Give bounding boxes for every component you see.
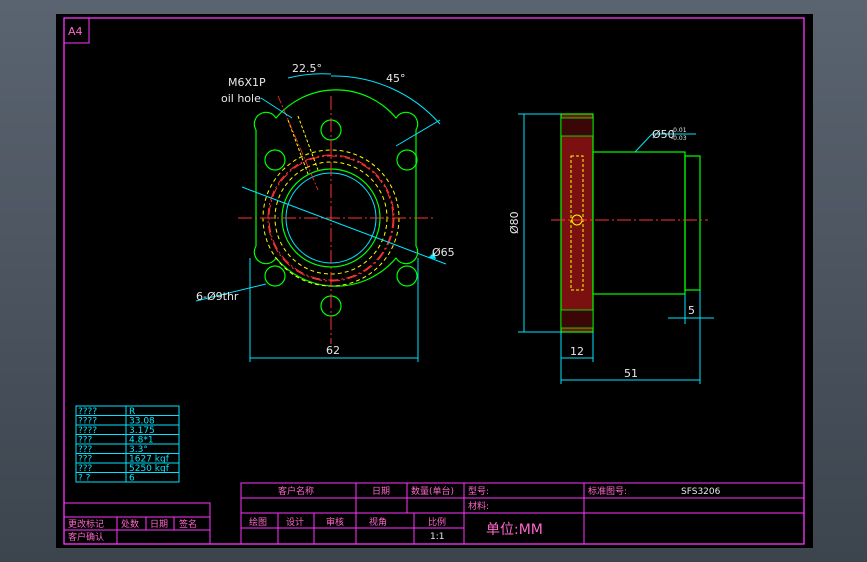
flange-height-dim: Ø80	[508, 211, 521, 234]
tb-scale-label: 比例	[428, 516, 446, 528]
chamfer-dim: 5	[688, 304, 695, 317]
flange-hole-top	[560, 117, 594, 137]
angle-small: 22.5°	[292, 62, 322, 75]
tb-view-angle: 视角	[369, 516, 387, 528]
bolt-hole	[396, 265, 418, 287]
nut-body	[592, 151, 686, 295]
tb-drawing-no-label: 标准图号:	[588, 485, 627, 497]
bolt-hole	[396, 149, 418, 171]
oil-hole-label: oil hole	[221, 92, 261, 105]
tb-quantity: 数量(单台)	[411, 485, 454, 497]
diameter-pitch: Ø65	[432, 246, 455, 259]
sheet-frame	[63, 17, 805, 545]
tb-date: 日期	[372, 486, 390, 497]
body-diam-leader	[634, 133, 653, 153]
width-dim: 62	[326, 344, 340, 357]
tb-revision: 更改标记	[68, 518, 104, 530]
cad-viewport[interactable]: A4 M6X1P oil hole 22.5° 45° Ø65 6-Ø9thr …	[56, 14, 813, 548]
tb-rev-date: 日期	[150, 519, 168, 530]
front-view	[195, 73, 447, 362]
oil-hole-thread: M6X1P	[228, 76, 266, 89]
flange-body	[560, 113, 594, 333]
tb-location: 处数	[121, 518, 139, 530]
body-tol-lower: -0.03	[671, 135, 687, 142]
flange-hole-bottom	[560, 309, 594, 329]
side-view	[518, 113, 714, 384]
flange-thk-dim: 12	[570, 345, 584, 358]
drawing-canvas: A4 M6X1P oil hole 22.5° 45° Ø65 6-Ø9thr …	[63, 17, 805, 545]
tb-design: 设计	[286, 516, 304, 528]
holes-callout: 6-Ø9thr	[196, 290, 239, 303]
tb-signature: 签名	[179, 518, 197, 530]
length-dim: 51	[624, 367, 638, 380]
spec-table: ???? R???? 33.08???? 3.175??? 4.8*1??? 3.3°??…	[75, 405, 180, 484]
nut-chamfer	[684, 155, 701, 291]
oil-leader	[260, 97, 293, 119]
tb-model-label: 型号:	[468, 486, 489, 497]
tb-customer-name: 客户名称	[278, 485, 314, 497]
tb-scale: 1:1	[430, 532, 444, 542]
bolt-hole	[264, 149, 286, 171]
sheet-size-label: A4	[68, 25, 83, 38]
tb-drawn: 绘图	[249, 516, 267, 528]
spec-value: 6	[129, 474, 135, 484]
angle-large: 45°	[386, 72, 406, 85]
tb-drawing-no: SFS3206	[681, 487, 721, 497]
body-tol-upper: -0.01	[671, 127, 687, 134]
oil-hole-edge	[297, 115, 319, 171]
tb-customer-confirm: 客户确认	[68, 531, 104, 543]
bolt-hole	[264, 265, 286, 287]
tb-unit: 单位:MM	[486, 522, 543, 538]
tb-review: 审核	[326, 516, 344, 528]
spec-key: ? ?	[78, 474, 91, 484]
flange-outline	[253, 89, 419, 287]
tb-material: 材料:	[468, 500, 489, 512]
